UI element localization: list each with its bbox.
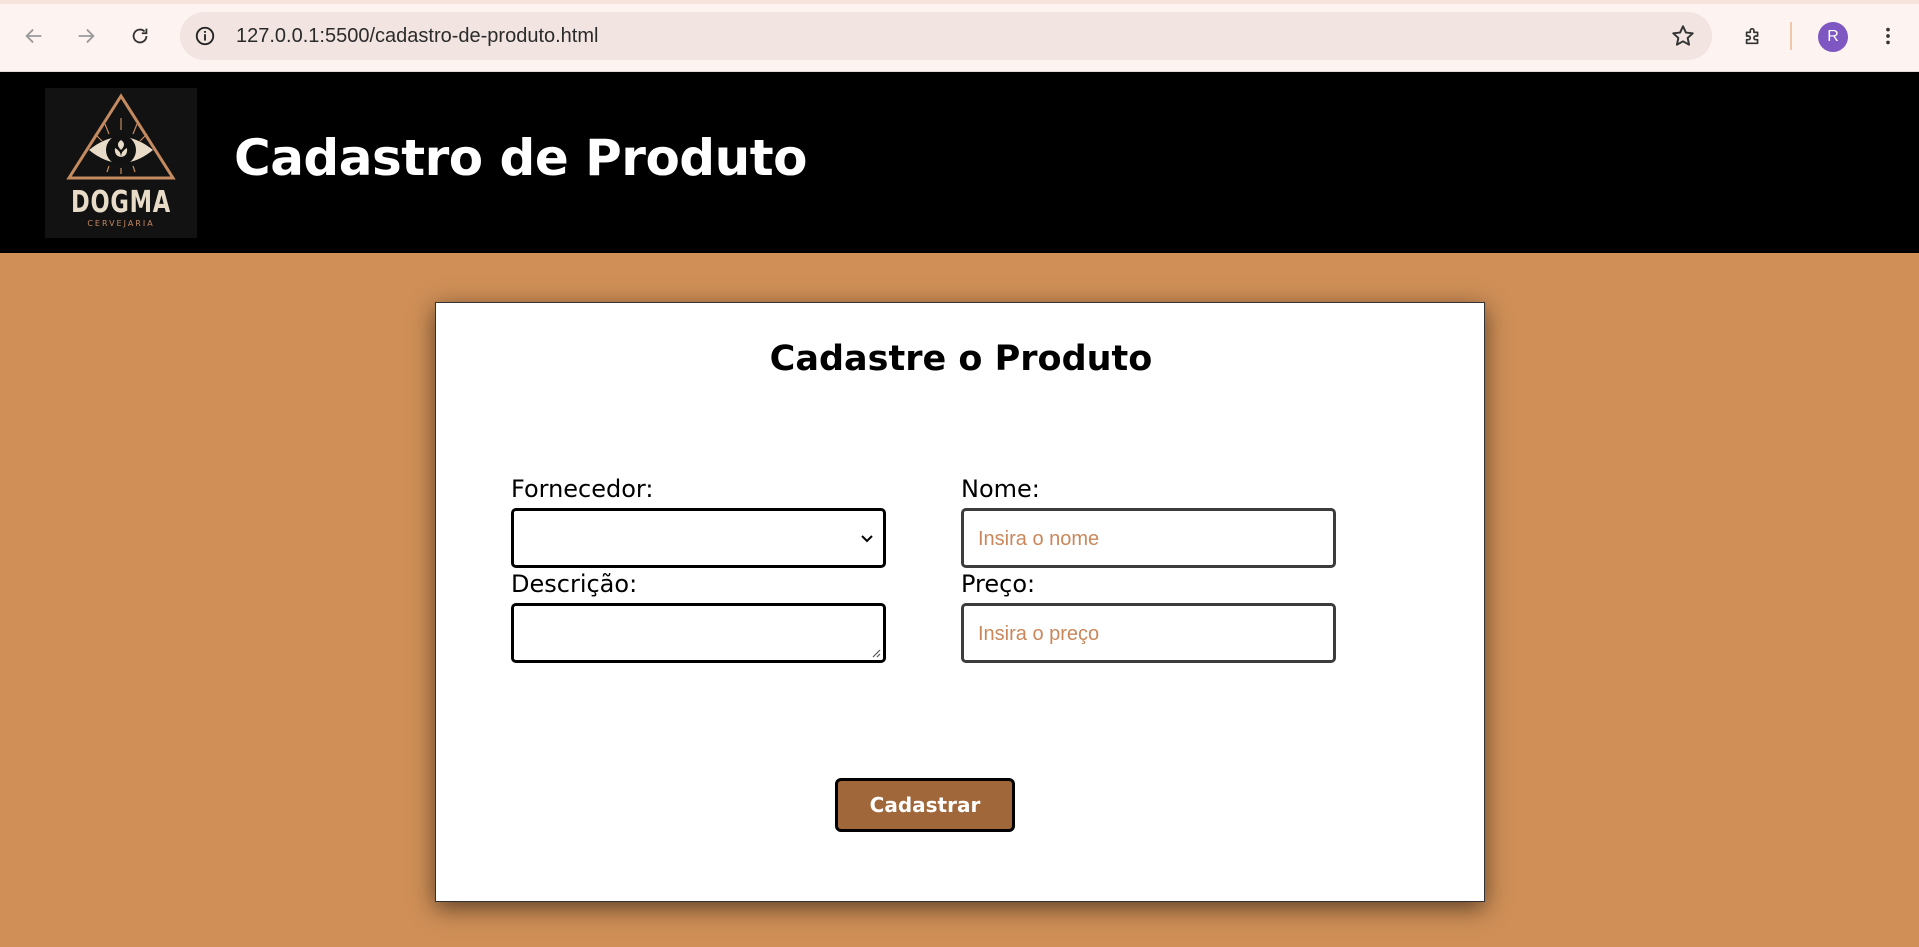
resize-handle-icon[interactable] <box>869 646 881 658</box>
kebab-menu-icon <box>1886 27 1890 45</box>
preco-label: Preço: <box>961 570 1036 598</box>
extensions-button[interactable] <box>1737 20 1769 52</box>
reload-icon <box>132 28 148 44</box>
descricao-textarea[interactable] <box>511 603 886 663</box>
form-heading: Cadastre o Produto <box>769 339 1153 379</box>
fornecedor-select[interactable] <box>511 508 886 568</box>
url-text[interactable]: 127.0.0.1:5500/cadastro-de-produto.html <box>236 25 598 48</box>
tab-strip <box>0 0 1919 4</box>
nome-placeholder: Insira o nome <box>978 528 1100 550</box>
back-arrow-icon <box>25 28 42 44</box>
address-bar[interactable]: 127.0.0.1:5500/cadastro-de-produto.html <box>180 12 1712 60</box>
menu-button[interactable] <box>1872 20 1904 52</box>
product-form-card: Cadastre o Produto Fornecedor: Nome: Ins… <box>435 302 1485 902</box>
star-icon[interactable] <box>1670 23 1696 49</box>
info-icon[interactable] <box>194 25 216 47</box>
reload-button[interactable] <box>124 20 156 52</box>
preco-input[interactable]: Insira o preço <box>961 603 1336 663</box>
browser-toolbar: 127.0.0.1:5500/cadastro-de-produto.html … <box>0 0 1919 72</box>
extensions-icon <box>1745 27 1759 45</box>
dogma-logo: DOGMA CERVEJARIA <box>45 88 197 238</box>
forward-arrow-icon <box>78 28 95 44</box>
nome-input[interactable]: Insira o nome <box>961 508 1336 568</box>
chevron-down-icon <box>861 535 873 543</box>
profile-avatar[interactable]: R <box>1818 22 1848 52</box>
forward-button[interactable] <box>70 20 102 52</box>
cadastrar-button[interactable]: Cadastrar <box>835 778 1015 832</box>
page-title: Cadastro de Produto <box>234 129 807 187</box>
nome-label: Nome: <box>961 475 1040 503</box>
fornecedor-label: Fornecedor: <box>511 475 654 503</box>
svg-text:CERVEJARIA: CERVEJARIA <box>87 219 154 228</box>
descricao-label: Descrição: <box>511 570 638 598</box>
preco-placeholder: Insira o preço <box>978 623 1100 645</box>
toolbar-divider <box>1790 22 1792 50</box>
site-header: DOGMA CERVEJARIA Cadastro de Produto <box>0 72 1919 253</box>
back-button[interactable] <box>18 20 50 52</box>
svg-text:DOGMA: DOGMA <box>71 185 171 220</box>
